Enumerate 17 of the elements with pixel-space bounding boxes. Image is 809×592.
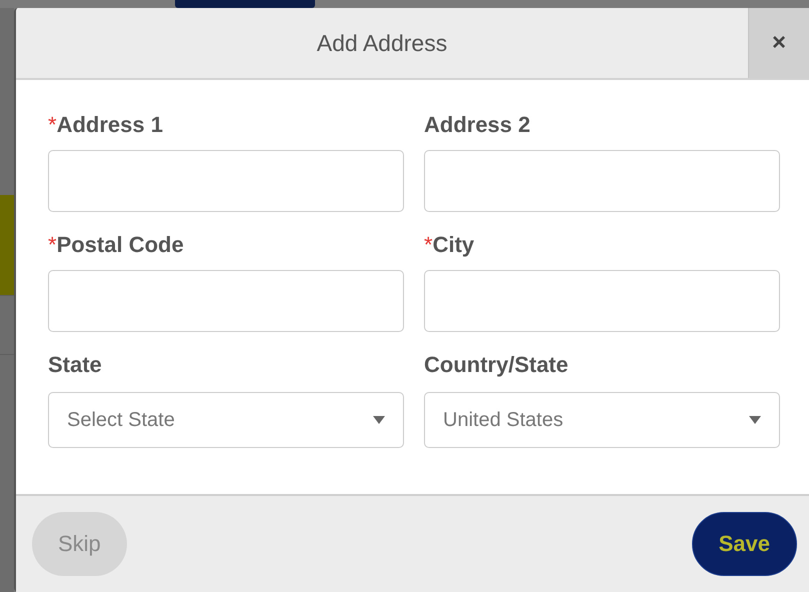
field-label: State xyxy=(48,352,102,378)
input-field[interactable] xyxy=(424,150,780,212)
input-field[interactable] xyxy=(424,270,780,332)
field-label: *Address 1 xyxy=(48,112,163,138)
field-label: *City xyxy=(424,232,474,258)
caret-icon xyxy=(749,416,761,424)
field-label: Address 2 xyxy=(424,112,530,138)
input-field[interactable] xyxy=(48,150,404,212)
select-field[interactable]: Select State xyxy=(48,392,404,448)
field-label: *Postal Code xyxy=(48,232,184,258)
close-button[interactable]: × xyxy=(748,8,809,78)
input-field[interactable] xyxy=(48,270,404,332)
select-field[interactable]: United States xyxy=(424,392,780,448)
dialog-title: Add Address xyxy=(316,28,448,58)
field-label: Country/State xyxy=(424,352,568,378)
save-button[interactable]: Save xyxy=(692,512,797,576)
caret-icon xyxy=(373,416,385,424)
